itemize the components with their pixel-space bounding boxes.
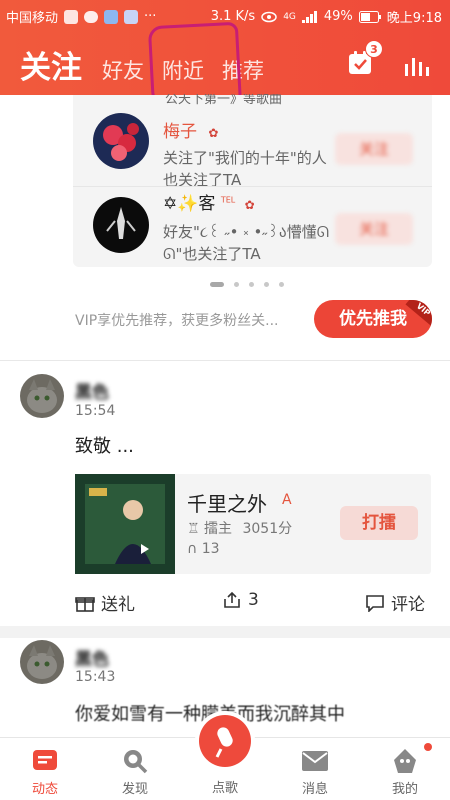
post-username[interactable]: 黑色 bbox=[75, 378, 109, 403]
avatar[interactable] bbox=[93, 113, 149, 169]
follow-button[interactable]: 关注 bbox=[335, 213, 413, 245]
post-time: 15:43 bbox=[75, 669, 116, 685]
signal-icon bbox=[301, 10, 317, 23]
vip-promo-text: VIP享优先推荐，获更多粉丝关... bbox=[75, 313, 279, 329]
avatar[interactable] bbox=[20, 640, 64, 684]
carousel-dot[interactable] bbox=[210, 282, 224, 287]
carousel-dot[interactable] bbox=[279, 282, 284, 287]
divider bbox=[0, 360, 450, 361]
song-plays: ∩ 13 bbox=[187, 541, 220, 557]
song-title: 千里之外 bbox=[187, 492, 267, 516]
avatar[interactable] bbox=[20, 374, 64, 418]
eye-icon bbox=[261, 11, 277, 22]
song-a-mark: A bbox=[282, 492, 292, 508]
recommend-desc-line: 好友"૮꒰ ˶• ༝ •˶꒱ა懵懂ᘏ bbox=[163, 223, 330, 241]
recommend-name: ✡✨客 bbox=[163, 194, 216, 214]
app-notification-icon bbox=[64, 9, 79, 24]
nav-item-discover[interactable]: 发现 bbox=[95, 738, 175, 800]
notification-dot bbox=[424, 743, 432, 751]
nav-label: 我的 bbox=[391, 782, 418, 797]
battery-icon bbox=[358, 10, 381, 23]
avatar[interactable] bbox=[93, 197, 149, 253]
chat-notification-icon bbox=[84, 10, 99, 23]
share-icon bbox=[224, 591, 240, 608]
plays-count: 13 bbox=[201, 541, 220, 557]
host-score: 3051分 bbox=[242, 521, 293, 537]
discover-icon bbox=[124, 750, 148, 774]
recommend-item[interactable]: 梅子 ✿ 关注了"我们的十年"的人也关注了TA 关注 bbox=[73, 105, 432, 189]
song-card[interactable]: 千里之外 A ♖ 擂主 3051分 ∩ 13 打擂 bbox=[75, 474, 431, 574]
carousel-dot[interactable] bbox=[249, 282, 254, 287]
trophy-icon: ♖ bbox=[187, 521, 200, 537]
follow-button[interactable]: 关注 bbox=[335, 133, 413, 165]
app-screen: 中国移动 ··· 3.1 K/s 4G 49% 晚上9:18 关注 好友 附近 … bbox=[0, 0, 450, 800]
carousel-dot[interactable] bbox=[264, 282, 269, 287]
level-badge-icon: ✿ bbox=[244, 198, 255, 212]
comment-icon bbox=[366, 594, 384, 612]
comment-button[interactable]: 评论 bbox=[365, 590, 425, 615]
nav-item-profile[interactable]: 我的 bbox=[365, 738, 445, 800]
host-label: 擂主 bbox=[204, 521, 233, 537]
recommend-desc-line: ᘏ"也关注了TA bbox=[163, 245, 261, 263]
gift-label: 送礼 bbox=[101, 595, 135, 615]
comment-label: 评论 bbox=[391, 595, 425, 615]
sing-icon bbox=[215, 727, 233, 758]
share-button[interactable]: 3 bbox=[222, 590, 259, 610]
album-cover bbox=[75, 474, 175, 574]
post-text: 致敬 ... bbox=[75, 436, 134, 457]
sing-button[interactable] bbox=[199, 715, 251, 767]
battery-level: 49% bbox=[323, 9, 353, 24]
nav-item-messages[interactable]: 消息 bbox=[275, 738, 355, 800]
vip-tag: VIP bbox=[405, 300, 432, 327]
section-divider bbox=[0, 626, 450, 638]
nav-label: 消息 bbox=[301, 782, 328, 797]
recommend-desc: 好友"૮꒰ ˶• ༝ •˶꒱ა懵懂ᘏ ᘏ"也关注了TA bbox=[163, 221, 338, 265]
carrier-label: 中国移动 bbox=[6, 11, 59, 26]
challenge-button[interactable]: 打擂 bbox=[340, 506, 418, 540]
recommend-desc: 关注了"我们的十年"的人也关注了TA bbox=[163, 149, 327, 189]
carousel-dot[interactable] bbox=[234, 282, 239, 287]
vip-priority-button[interactable]: 优先推我 VIP bbox=[314, 300, 432, 338]
recommend-card: 梅子 ✿ 关注了"我们的十年"的人也关注了TA 关注 ✡✨客 TEL ✿ 好友"… bbox=[73, 95, 432, 267]
nav-label: 发现 bbox=[121, 782, 148, 797]
level-badge-icon: ✿ bbox=[208, 126, 219, 140]
share-count: 3 bbox=[248, 590, 259, 610]
post-time: 15:54 bbox=[75, 403, 116, 419]
carousel-dots bbox=[210, 282, 284, 287]
nav-item-feed[interactable]: 动态 bbox=[5, 738, 85, 800]
gift-button[interactable]: 送礼 bbox=[75, 590, 135, 615]
nav-label-sing: 点歌 bbox=[211, 781, 238, 796]
vip-button-label: 优先推我 bbox=[339, 309, 407, 329]
nav-label: 动态 bbox=[31, 782, 58, 797]
tel-mark: TEL bbox=[220, 195, 236, 205]
recommend-name: 梅子 bbox=[163, 122, 197, 142]
tab-friends[interactable]: 好友 bbox=[102, 55, 144, 85]
clock: 晚上9:18 bbox=[386, 11, 442, 26]
post-username[interactable]: 黑色 bbox=[75, 645, 109, 670]
recommend-item[interactable]: ✡✨客 TEL ✿ 好友"૮꒰ ˶• ༝ •˶꒱ა懵懂ᘏ ᘏ"也关注了TA 关注 bbox=[73, 186, 432, 265]
song-host: ♖ 擂主 3051分 bbox=[187, 518, 292, 538]
profile-icon bbox=[394, 749, 416, 773]
feed-icon bbox=[33, 750, 57, 770]
headphones-icon: ∩ bbox=[187, 541, 198, 557]
tab-follow[interactable]: 关注 bbox=[20, 42, 82, 87]
more-notifications: ··· bbox=[144, 9, 157, 24]
ranking-icon[interactable] bbox=[403, 54, 431, 76]
app-notification-icon bbox=[124, 9, 139, 24]
gift-icon bbox=[75, 596, 95, 612]
network-type: 4G bbox=[283, 11, 296, 22]
message-icon bbox=[302, 751, 328, 771]
app-notification-icon bbox=[104, 9, 119, 24]
calendar-badge: 3 bbox=[365, 40, 383, 58]
